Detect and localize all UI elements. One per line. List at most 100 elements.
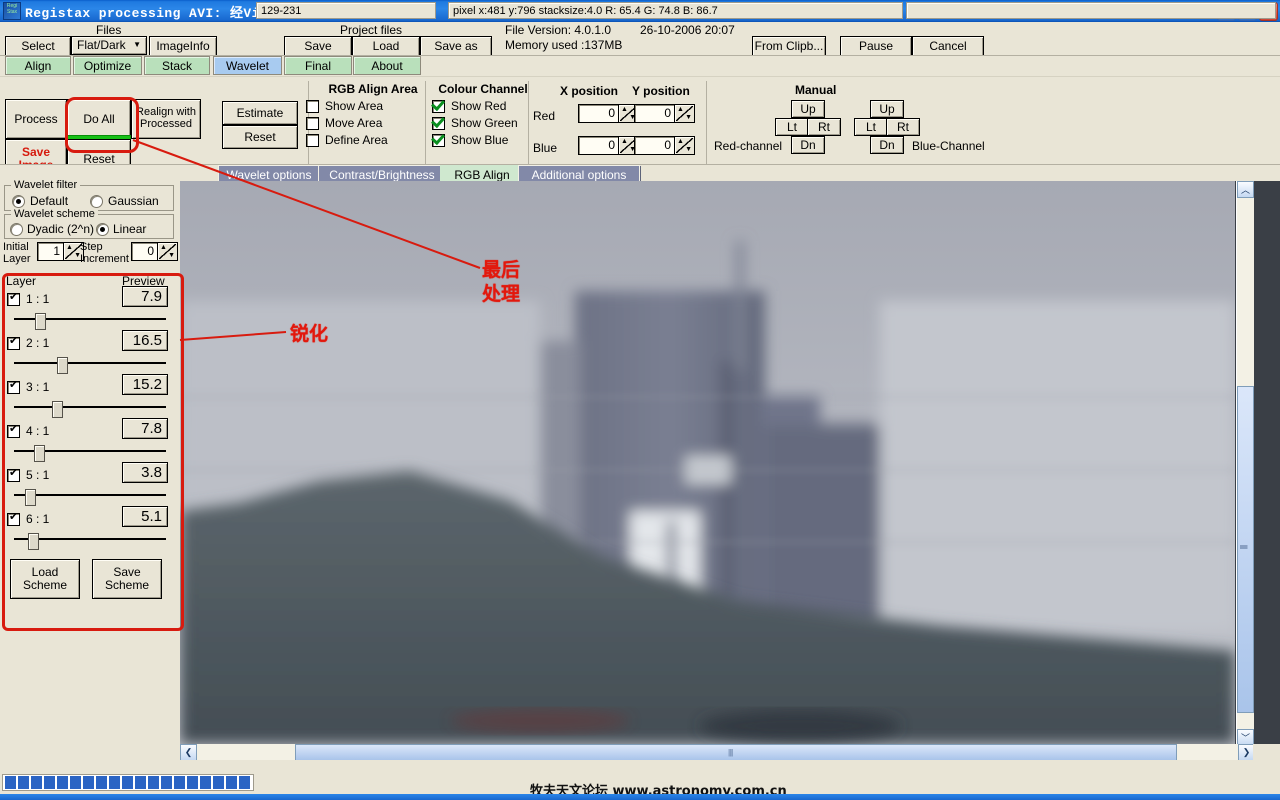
realign-with-processed-button[interactable]: Realign with Processed xyxy=(131,99,201,139)
show-green-checkbox-row[interactable]: Show Green xyxy=(432,116,518,130)
rgb-reset-button[interactable]: Reset xyxy=(222,125,298,149)
save-project-button[interactable]: Save xyxy=(284,36,352,57)
blue-x-position-stepper[interactable]: 0 ▲ ▼ xyxy=(578,136,639,155)
layer-2-slider-thumb[interactable] xyxy=(56,357,68,374)
horizontal-scroll-thumb[interactable]: |||| xyxy=(295,744,1177,761)
image-viewport[interactable] xyxy=(180,181,1280,759)
process-button[interactable]: Process xyxy=(5,99,67,139)
initial-layer-input[interactable]: 1 xyxy=(37,242,64,261)
scheme-linear-radio-row[interactable]: Linear xyxy=(96,222,146,236)
blue-up-button[interactable]: Up xyxy=(870,100,904,118)
filter-gaussian-radio-row[interactable]: Gaussian xyxy=(90,194,159,208)
red-left-button[interactable]: Lt xyxy=(775,118,809,136)
layer-1-slider[interactable] xyxy=(14,313,166,330)
scroll-up-button[interactable]: ︿ xyxy=(1237,181,1254,198)
tab-optimize[interactable]: Optimize xyxy=(73,56,142,75)
layer-3-slider[interactable] xyxy=(14,401,166,418)
blue-down-button[interactable]: Dn xyxy=(870,136,904,154)
from-clipboard-button[interactable]: From Clipb... xyxy=(752,36,826,57)
layer-1-checkbox[interactable]: ✔ xyxy=(7,291,20,306)
layer-2-row[interactable]: ✔ 2 : 1 xyxy=(7,335,49,350)
image-info-button[interactable]: ImageInfo xyxy=(149,36,217,57)
save-scheme-button[interactable]: Save Scheme xyxy=(92,559,162,599)
show-blue-checkbox[interactable] xyxy=(432,133,445,147)
scroll-left-button[interactable]: ❮ xyxy=(180,744,197,761)
red-down-button[interactable]: Dn xyxy=(791,136,825,154)
red-up-button[interactable]: Up xyxy=(791,100,825,118)
layer-4-slider[interactable] xyxy=(14,445,166,462)
layer-3-row[interactable]: ✔ 3 : 1 xyxy=(7,379,49,394)
scheme-linear-radio[interactable] xyxy=(96,222,109,236)
layer-2-slider[interactable] xyxy=(14,357,166,374)
tab-about[interactable]: About xyxy=(353,56,421,75)
image-vertical-scrollbar[interactable]: ︿ |||| ﹀ xyxy=(1236,181,1254,746)
load-project-button[interactable]: Load xyxy=(352,36,420,57)
define-area-checkbox-row[interactable]: Define Area xyxy=(306,133,388,147)
layer-4-value[interactable]: 7.8 xyxy=(122,418,168,439)
save-as-button[interactable]: Save as xyxy=(420,36,492,57)
tab-wavelet[interactable]: Wavelet xyxy=(213,56,282,75)
show-blue-checkbox-row[interactable]: Show Blue xyxy=(432,133,518,147)
layer-6-slider[interactable] xyxy=(14,533,166,550)
layer-4-row[interactable]: ✔ 4 : 1 xyxy=(7,423,49,438)
blue-y-position-stepper[interactable]: 0 ▲ ▼ xyxy=(634,136,695,155)
step-increment-stepper[interactable]: 0 ▲ ▼ xyxy=(131,242,178,261)
layer-5-checkbox[interactable]: ✔ xyxy=(7,467,20,482)
layer-3-value[interactable]: 15.2 xyxy=(122,374,168,395)
define-area-checkbox[interactable] xyxy=(306,133,319,147)
red-y-position-stepper[interactable]: 0 ▲ ▼ xyxy=(634,104,695,123)
show-area-checkbox[interactable] xyxy=(306,99,319,113)
layer-2-checkbox[interactable]: ✔ xyxy=(7,335,20,350)
image-horizontal-scrollbar[interactable]: ❮ |||| ❯ xyxy=(180,744,1255,761)
show-green-checkbox[interactable] xyxy=(432,116,445,130)
move-area-checkbox-row[interactable]: Move Area xyxy=(306,116,388,130)
filter-gaussian-radio[interactable] xyxy=(90,194,103,208)
filter-default-radio-row[interactable]: Default xyxy=(12,194,68,208)
layer-3-checkbox[interactable]: ✔ xyxy=(7,379,20,394)
flat-dark-dropdown[interactable]: Flat/Dark ▼ xyxy=(71,36,147,55)
layer-5-row[interactable]: ✔ 5 : 1 xyxy=(7,467,49,482)
step-increment-input[interactable]: 0 xyxy=(131,242,158,261)
show-red-checkbox-row[interactable]: Show Red xyxy=(432,99,518,113)
layer-6-value[interactable]: 5.1 xyxy=(122,506,168,527)
tab-final[interactable]: Final xyxy=(284,56,352,75)
layer-1-value[interactable]: 7.9 xyxy=(122,286,168,307)
red-x-position-input[interactable]: 0 xyxy=(578,104,619,123)
layer-6-row[interactable]: ✔ 6 : 1 xyxy=(7,511,49,526)
cancel-button[interactable]: Cancel xyxy=(912,36,984,57)
red-right-button[interactable]: Rt xyxy=(807,118,841,136)
estimate-button[interactable]: Estimate xyxy=(222,101,298,125)
pause-button[interactable]: Pause xyxy=(840,36,912,57)
filter-default-radio[interactable] xyxy=(12,194,25,208)
layer-1-slider-thumb[interactable] xyxy=(35,313,47,330)
tab-stack[interactable]: Stack xyxy=(144,56,210,75)
layer-6-slider-thumb[interactable] xyxy=(27,533,39,550)
blue-right-button[interactable]: Rt xyxy=(886,118,920,136)
layer-4-checkbox[interactable]: ✔ xyxy=(7,423,20,438)
red-x-position-stepper[interactable]: 0 ▲ ▼ xyxy=(578,104,639,123)
scheme-dyadic-radio[interactable] xyxy=(10,222,23,236)
step-increment-spin-buttons[interactable]: ▲ ▼ xyxy=(158,242,178,261)
layer-3-slider-thumb[interactable] xyxy=(52,401,63,418)
layer-5-value[interactable]: 3.8 xyxy=(122,462,168,483)
layer-5-slider-thumb[interactable] xyxy=(24,489,36,506)
move-area-checkbox[interactable] xyxy=(306,116,319,130)
layer-2-value[interactable]: 16.5 xyxy=(122,330,168,351)
tab-align[interactable]: Align xyxy=(5,56,71,75)
blue-left-button[interactable]: Lt xyxy=(854,118,888,136)
red-y-position-input[interactable]: 0 xyxy=(634,104,675,123)
do-all-button[interactable]: Do All xyxy=(67,99,131,139)
layer-1-row[interactable]: ✔ 1 : 1 xyxy=(7,291,49,306)
blue-y-spin-buttons[interactable]: ▲ ▼ xyxy=(675,136,695,155)
select-button[interactable]: Select xyxy=(5,36,71,57)
show-red-checkbox[interactable] xyxy=(432,99,445,113)
show-area-checkbox-row[interactable]: Show Area xyxy=(306,99,388,113)
blue-y-position-input[interactable]: 0 xyxy=(634,136,675,155)
layer-4-slider-thumb[interactable] xyxy=(33,445,45,462)
layer-6-checkbox[interactable]: ✔ xyxy=(7,511,20,526)
red-y-spin-buttons[interactable]: ▲ ▼ xyxy=(675,104,695,123)
scheme-dyadic-radio-row[interactable]: Dyadic (2^n) xyxy=(10,222,94,236)
vertical-scroll-thumb[interactable]: |||| xyxy=(1237,386,1254,713)
initial-layer-stepper[interactable]: 1 ▲ ▼ xyxy=(37,242,84,261)
layer-5-slider[interactable] xyxy=(14,489,166,506)
